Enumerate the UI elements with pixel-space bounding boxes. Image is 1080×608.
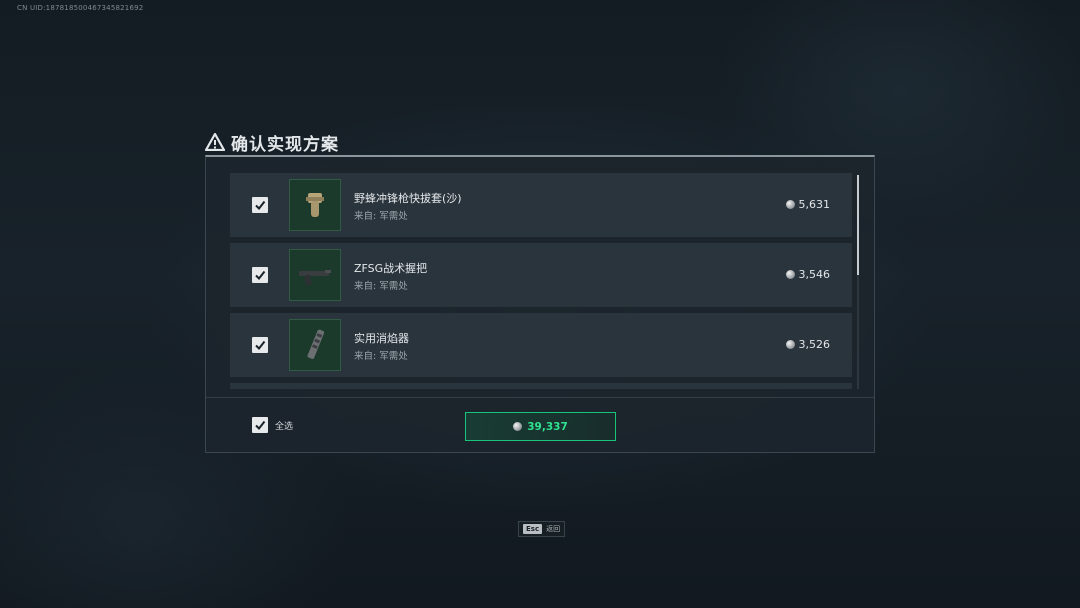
checkmark-icon [255,200,266,211]
item-thumbnail [289,319,341,371]
flash-hider-icon [307,329,325,359]
price-value: 3,526 [798,338,831,351]
item-checkbox[interactable] [252,267,268,283]
item-source: 来自: 军需处 [354,281,408,292]
coin-icon [785,270,795,279]
total-price: 39,337 [527,420,568,433]
select-all-label[interactable]: 全选 [275,419,293,432]
confirm-plan-dialog: 野蜂冲锋枪快拔套(沙) 来自: 军需处 5,631 ZFSG战术握把 来自: 军… [205,155,875,453]
list-scrollbar[interactable] [857,175,859,389]
esc-key-icon: Esc [523,524,543,534]
item-name: 实用消焰器 [354,332,409,345]
item-thumbnail [289,249,341,301]
select-all-checkbox[interactable] [252,417,268,433]
coin-icon [513,422,523,431]
list-item[interactable] [230,383,852,389]
item-checkbox[interactable] [252,337,268,353]
checkmark-icon [255,270,266,281]
item-name: ZFSG战术握把 [354,262,428,275]
warning-triangle-icon [205,133,225,151]
coin-icon [785,340,795,349]
list-item[interactable]: 实用消焰器 来自: 军需处 3,526 [230,313,852,377]
confirm-total-button[interactable]: 39,337 [465,412,616,441]
item-price: 5,631 [785,198,831,211]
price-value: 5,631 [798,198,831,211]
dialog-footer: 全选 39,337 [206,397,874,453]
item-price: 3,526 [785,338,831,351]
item-checkbox[interactable] [252,197,268,213]
item-list[interactable]: 野蜂冲锋枪快拔套(沙) 来自: 军需处 5,631 ZFSG战术握把 来自: 军… [230,173,854,389]
checkmark-icon [255,420,266,431]
tactical-grip-icon [299,270,331,286]
dialog-title: 确认实现方案 [231,134,339,155]
price-value: 3,546 [798,268,831,281]
checkmark-icon [255,340,266,351]
esc-label: 返回 [546,525,561,533]
item-source: 来自: 军需处 [354,211,408,222]
list-item[interactable]: ZFSG战术握把 来自: 军需处 3,546 [230,243,852,307]
esc-back-button[interactable]: Esc 返回 [518,521,566,537]
item-name: 野蜂冲锋枪快拔套(沙) [354,192,462,205]
item-source: 来自: 军需处 [354,351,408,362]
list-item[interactable]: 野蜂冲锋枪快拔套(沙) 来自: 军需处 5,631 [230,173,852,237]
dialog-header: 确认实现方案 [205,130,339,155]
scrollbar-thumb[interactable] [857,175,859,275]
item-price: 3,546 [785,268,831,281]
coin-icon [785,200,795,209]
item-thumbnail [289,179,341,231]
grip-attachment-icon [306,193,324,217]
user-id-label: CN UID:187818500467345821692 [17,4,144,12]
